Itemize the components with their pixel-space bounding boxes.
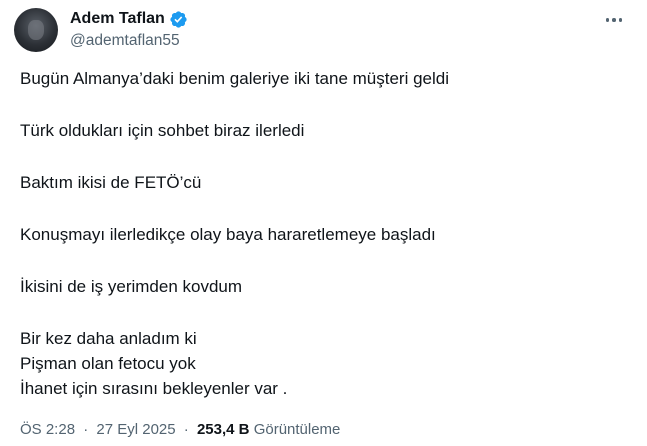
tweet-paragraph: Bugün Almanya’daki benim galeriye iki ta…	[20, 69, 450, 88]
name-row: Adem Taflan	[70, 9, 188, 29]
views-count[interactable]: 253,4 B	[197, 421, 250, 438]
tweet: Adem Taflan @ademtaflan55 Bugün Almanya’…	[0, 0, 647, 446]
author-handle[interactable]: @ademtaflan55	[70, 31, 188, 51]
tweet-date[interactable]: 27 Eyl 2025	[96, 421, 175, 438]
meta-separator: ·	[83, 421, 89, 438]
display-name[interactable]: Adem Taflan	[70, 9, 165, 29]
tweet-text: Bugün Almanya’daki benim galeriye iki ta…	[20, 66, 631, 401]
tweet-paragraph: İkisini de iş yerimden kovdum	[20, 277, 243, 296]
tweet-header: Adem Taflan @ademtaflan55	[14, 6, 633, 54]
avatar[interactable]	[14, 8, 58, 52]
author-names: Adem Taflan @ademtaflan55	[70, 9, 188, 51]
tweet-paragraph-line: Bir kez daha anladım ki	[20, 329, 197, 348]
more-dot	[605, 18, 610, 22]
tweet-paragraph-line: Pişman olan fetocu yok	[20, 354, 196, 373]
tweet-paragraph: Baktım ikisi de FETÖ’cü	[20, 173, 202, 192]
meta-separator: ·	[183, 421, 189, 438]
tweet-paragraph: Türk oldukları için sohbet biraz ilerled…	[20, 121, 305, 140]
tweet-paragraph: Konuşmayı ilerledikçe olay baya hararetl…	[20, 225, 436, 244]
tweet-meta: ÖS 2:28 · 27 Eyl 2025 · 253,4 B Görüntül…	[20, 420, 340, 440]
more-dot	[612, 18, 616, 22]
verified-badge-icon	[169, 10, 188, 29]
more-options-icon[interactable]	[599, 8, 629, 32]
tweet-paragraph-line: İhanet için sırasını bekleyenler var .	[20, 379, 288, 398]
views-label: Görüntüleme	[253, 421, 341, 438]
tweet-time[interactable]: ÖS 2:28	[20, 421, 75, 438]
more-dot	[618, 18, 623, 22]
